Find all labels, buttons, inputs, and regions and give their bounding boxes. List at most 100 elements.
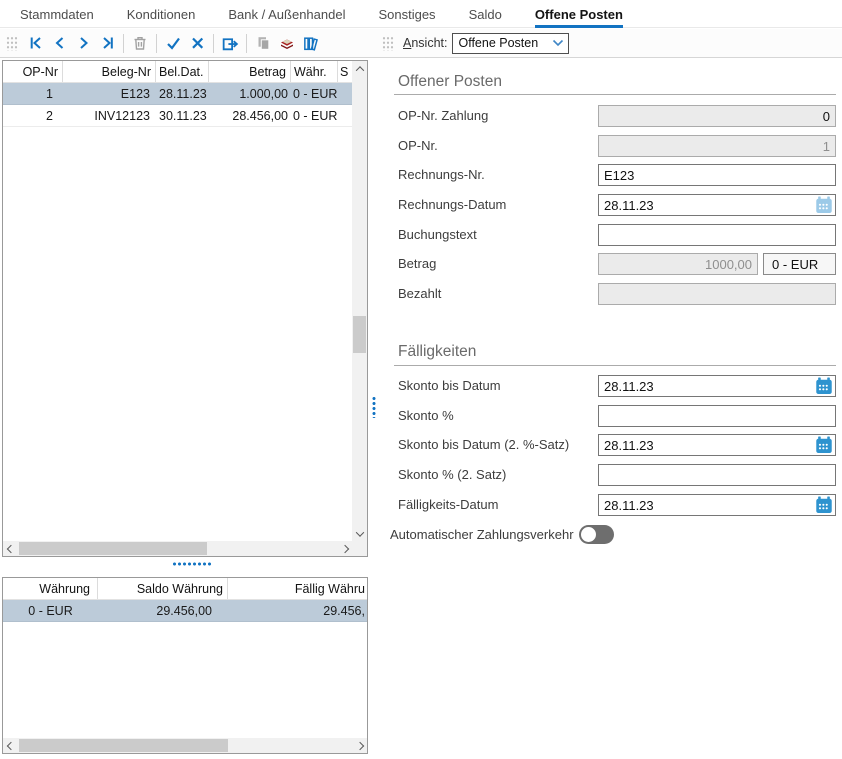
calendar-icon[interactable] [815,496,833,514]
scroll-right-button[interactable] [352,738,367,753]
column-header-beleg-nr[interactable]: Beleg-Nr [63,61,156,82]
scroll-up-button[interactable] [352,61,367,76]
calendar-icon[interactable] [815,377,833,395]
next-record-icon[interactable] [71,33,95,53]
table-row[interactable]: 0 - EUR 29.456,00 29.456, [3,600,367,622]
field-label: Skonto bis Datum [398,375,501,397]
section-divider [394,94,836,95]
open-items-table-content: OP-Nr Beleg-Nr Bel.Dat. Betrag Währ. S 1… [3,61,352,541]
column-header-op-nr[interactable]: OP-Nr [3,61,63,82]
toolbar-drag-handle[interactable] [6,36,18,51]
op-nr-zahlung-input[interactable] [598,105,836,127]
table-row[interactable]: 1 E123 28.11.23 1.000,00 0 - EUR [3,83,352,105]
bezahlt-input[interactable] [598,283,836,305]
view-selector-drag-handle[interactable] [382,36,394,51]
rechnungs-nr-input[interactable] [598,164,836,186]
betrag-currency-select[interactable]: 0 - EUR [763,253,836,275]
cell-faellig: 29.456, [228,600,367,621]
scroll-left-button[interactable] [3,738,18,753]
field-row-rechnungs-nr: Rechnungs-Nr. [390,164,842,186]
column-header-s[interactable]: S [338,61,352,82]
tab-saldo[interactable]: Saldo [469,0,502,28]
field-label: OP-Nr. [398,135,438,157]
copy-icon[interactable] [251,33,275,53]
rechnungs-datum-input[interactable] [598,194,836,216]
faelligkeits-datum-input[interactable] [598,494,836,516]
skonto-bis-datum-input[interactable] [598,375,836,397]
field-row-betrag: Betrag 0 - EUR [390,253,842,275]
cell-bel-dat: 28.11.23 [156,83,209,104]
scroll-down-button[interactable] [352,526,367,541]
toolbar-separator [156,34,157,53]
field-label: Skonto bis Datum (2. %-Satz) [398,434,569,456]
cell-beleg-nr: E123 [63,83,156,104]
vertical-splitter-handle[interactable] [372,396,376,418]
view-select[interactable]: Offene Posten [452,33,569,54]
op-nr-input[interactable] [598,135,836,157]
accept-icon[interactable] [161,33,185,53]
section-divider [394,365,836,366]
reports-icon[interactable] [299,33,323,53]
tab-bar: Stammdaten Konditionen Bank / Außenhande… [0,0,842,28]
horizontal-scrollbar-thumb[interactable] [19,739,228,752]
cell-op-nr: 2 [3,105,63,126]
skonto-prozent-input[interactable] [598,405,836,427]
chevron-down-icon [552,39,564,47]
cancel-icon[interactable] [185,33,209,53]
tab-bank-aussenhandel[interactable]: Bank / Außenhandel [228,0,345,28]
toolbar-separator [246,34,247,53]
cell-s [338,105,352,126]
skonto-bis-datum-2-input[interactable] [598,434,836,456]
open-items-header-row: OP-Nr Beleg-Nr Bel.Dat. Betrag Währ. S [3,61,352,83]
cell-betrag: 1.000,00 [209,83,291,104]
cell-waehrung: 0 - EUR [291,83,338,104]
field-label: Fälligkeits-Datum [398,494,498,516]
betrag-input[interactable] [598,253,758,275]
detail-panel: Offener Posten OP-Nr. Zahlung OP-Nr. Rec… [390,60,842,759]
vertical-scrollbar-thumb[interactable] [353,316,366,353]
last-record-icon[interactable] [95,33,119,53]
column-header-waehrung[interactable]: Währung [3,578,98,599]
field-label: Rechnungs-Nr. [398,164,485,186]
currency-table-content: Währung Saldo Währung Fällig Währu 0 - E… [3,578,367,738]
calendar-icon[interactable] [815,196,833,214]
field-label: Skonto % (2. Satz) [398,464,506,486]
journal-icon[interactable] [275,33,299,53]
post-payment-icon[interactable] [218,33,242,53]
section-heading-faelligkeiten: Fälligkeiten [398,343,476,361]
tab-sonstiges[interactable]: Sonstiges [378,0,435,28]
scroll-right-button[interactable] [337,541,352,556]
buchungstext-input[interactable] [598,224,836,246]
calendar-icon[interactable] [815,436,833,454]
column-header-waehr[interactable]: Währ. [291,61,338,82]
skonto-prozent-2-input[interactable] [598,464,836,486]
cell-saldo: 29.456,00 [98,600,228,621]
cell-s [338,83,352,104]
currency-header-row: Währung Saldo Währung Fällig Währu [3,578,367,600]
previous-record-icon[interactable] [47,33,71,53]
tab-konditionen[interactable]: Konditionen [127,0,196,28]
horizontal-splitter-handle[interactable] [172,562,212,566]
tab-stammdaten[interactable]: Stammdaten [20,0,94,28]
horizontal-scrollbar[interactable] [3,738,367,753]
view-select-value: Offene Posten [458,36,552,50]
field-row-skonto-prozent: Skonto % [390,405,842,427]
column-header-bel-dat[interactable]: Bel.Dat. [156,61,209,82]
field-row-skonto-bis-datum-2: Skonto bis Datum (2. %-Satz) [390,434,842,456]
first-record-icon[interactable] [23,33,47,53]
tab-offene-posten[interactable]: Offene Posten [535,0,623,28]
horizontal-scrollbar-thumb[interactable] [19,542,207,555]
scroll-left-button[interactable] [3,541,18,556]
view-selector-group: Ansicht: Offene Posten [379,33,569,54]
vertical-scrollbar[interactable] [352,61,367,541]
automatischer-zahlungsverkehr-toggle[interactable] [579,525,614,544]
table-row[interactable]: 2 INV12123 30.11.23 28.456,00 0 - EUR [3,105,352,127]
section-heading-offener-posten: Offener Posten [398,73,502,91]
delete-icon[interactable] [128,33,152,53]
column-header-faellig-waehrung[interactable]: Fällig Währu [228,578,367,599]
horizontal-scrollbar[interactable] [3,541,352,556]
field-row-skonto-bis-datum: Skonto bis Datum [390,375,842,397]
column-header-betrag[interactable]: Betrag [209,61,291,82]
column-header-saldo-waehrung[interactable]: Saldo Währung [98,578,228,599]
field-row-bezahlt: Bezahlt [390,283,842,305]
